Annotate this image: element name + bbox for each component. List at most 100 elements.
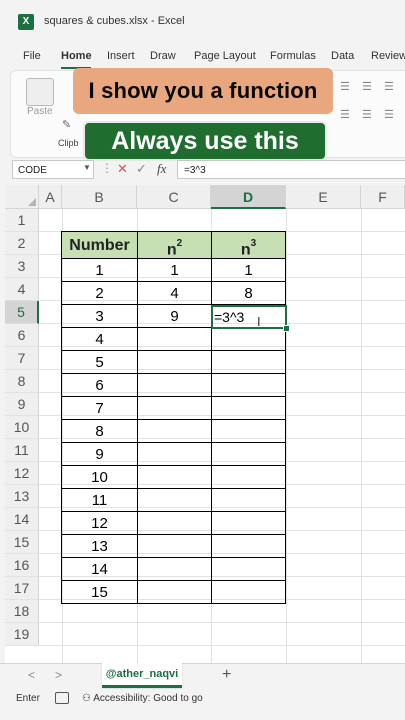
table-cell-number[interactable]: 12 (61, 512, 138, 535)
row-header-1[interactable]: 1 (5, 209, 39, 232)
table-cell-number[interactable]: 10 (61, 466, 138, 489)
table-cell-number[interactable]: 4 (61, 328, 138, 351)
table-cell-cube[interactable] (211, 443, 286, 466)
table-cell-square[interactable] (137, 397, 212, 420)
column-header-b[interactable]: B (62, 185, 137, 209)
menu-home[interactable]: Home (61, 50, 92, 62)
table-cell-square[interactable] (137, 535, 212, 558)
menu-review[interactable]: Review (371, 50, 405, 62)
row-header-13[interactable]: 13 (5, 485, 39, 508)
column-header-d[interactable]: D (211, 185, 286, 209)
table-cell-square[interactable]: 4 (137, 282, 212, 305)
table-cell-cube[interactable]: 1 (211, 259, 286, 282)
next-sheet-icon[interactable]: > (55, 668, 62, 682)
row-header-17[interactable]: 17 (5, 577, 39, 600)
table-cell-number[interactable]: 13 (61, 535, 138, 558)
align-left-icon[interactable]: ☰ (340, 108, 350, 121)
table-cell-square[interactable] (137, 581, 212, 604)
table-cell-cube[interactable] (211, 512, 286, 535)
format-painter-icon[interactable]: ✎ (62, 118, 71, 131)
table-cell-cube[interactable] (211, 581, 286, 604)
table-cell-number[interactable]: 5 (61, 351, 138, 374)
row-header-14[interactable]: 14 (5, 508, 39, 531)
row-header-12[interactable]: 12 (5, 462, 39, 485)
table-cell-cube[interactable] (211, 489, 286, 512)
menu-formulas[interactable]: Formulas (270, 50, 316, 62)
paste-icon[interactable] (26, 78, 54, 106)
row-header-3[interactable]: 3 (5, 255, 39, 278)
table-cell-square[interactable] (137, 328, 212, 351)
chevron-down-icon[interactable]: ▼ (83, 163, 91, 172)
table-cell-square[interactable] (137, 351, 212, 374)
table-cell-cube[interactable] (211, 397, 286, 420)
previous-sheet-icon[interactable]: < (28, 668, 35, 682)
table-cell-number[interactable]: 3 (61, 305, 138, 328)
menu-file[interactable]: File (23, 50, 41, 62)
table-cell-number[interactable]: 8 (61, 420, 138, 443)
table-cell-square[interactable] (137, 443, 212, 466)
header-number[interactable]: Number (61, 231, 138, 259)
table-cell-number[interactable]: 14 (61, 558, 138, 581)
header-cube[interactable]: n3 (211, 231, 286, 259)
table-cell-cube[interactable] (211, 328, 286, 351)
table-cell-number[interactable]: 2 (61, 282, 138, 305)
table-cell-square[interactable]: 1 (137, 259, 212, 282)
insert-function-icon[interactable]: fx (157, 161, 166, 177)
row-header-10[interactable]: 10 (5, 416, 39, 439)
align-bottom-icon[interactable]: ☰ (384, 80, 394, 93)
table-cell-square[interactable]: 9 (137, 305, 212, 328)
table-cell-cube[interactable] (211, 351, 286, 374)
table-cell-number[interactable]: 9 (61, 443, 138, 466)
table-cell-square[interactable] (137, 466, 212, 489)
row-header-11[interactable]: 11 (5, 439, 39, 462)
enter-icon[interactable]: ✓ (136, 161, 147, 177)
sheet-tab[interactable]: @ather_naqvi (102, 663, 182, 688)
table-cell-number[interactable]: 7 (61, 397, 138, 420)
accessibility-status[interactable]: ⚇ Accessibility: Good to go (82, 693, 203, 704)
macro-record-icon[interactable] (55, 692, 69, 704)
column-header-a[interactable]: A (39, 185, 62, 209)
more-options-icon[interactable]: ⋮ (101, 161, 113, 175)
menu-draw[interactable]: Draw (150, 50, 176, 62)
table-cell-number[interactable]: 11 (61, 489, 138, 512)
row-header-8[interactable]: 8 (5, 370, 39, 393)
table-cell-square[interactable] (137, 512, 212, 535)
row-header-5[interactable]: 5 (5, 301, 39, 324)
align-middle-icon[interactable]: ☰ (362, 80, 372, 93)
table-cell-square[interactable] (137, 489, 212, 512)
header-square[interactable]: n2 (137, 231, 212, 259)
table-cell-square[interactable] (137, 420, 212, 443)
row-header-19[interactable]: 19 (5, 623, 39, 646)
column-header-c[interactable]: C (137, 185, 211, 209)
row-header-9[interactable]: 9 (5, 393, 39, 416)
name-box[interactable]: CODE (12, 160, 94, 179)
row-header-2[interactable]: 2 (5, 232, 39, 255)
table-cell-number[interactable]: 1 (61, 259, 138, 282)
formula-input[interactable]: =3^3 (177, 160, 405, 179)
row-header-16[interactable]: 16 (5, 554, 39, 577)
table-cell-cube[interactable] (211, 420, 286, 443)
align-right-icon[interactable]: ☰ (384, 108, 394, 121)
table-cell-cube[interactable] (211, 558, 286, 581)
row-header-6[interactable]: 6 (5, 324, 39, 347)
column-header-e[interactable]: E (286, 185, 361, 209)
table-cell-square[interactable] (137, 374, 212, 397)
menu-page-layout[interactable]: Page Layout (194, 50, 256, 62)
add-sheet-icon[interactable]: + (222, 666, 231, 684)
row-header-4[interactable]: 4 (5, 278, 39, 301)
row-header-18[interactable]: 18 (5, 600, 39, 623)
table-cell-cube[interactable] (211, 535, 286, 558)
table-cell-cube[interactable] (211, 374, 286, 397)
row-header-7[interactable]: 7 (5, 347, 39, 370)
table-cell-number[interactable]: 15 (61, 581, 138, 604)
row-header-15[interactable]: 15 (5, 531, 39, 554)
table-cell-number[interactable]: 6 (61, 374, 138, 397)
column-header-f[interactable]: F (361, 185, 405, 209)
menu-data[interactable]: Data (331, 50, 354, 62)
table-cell-cube[interactable]: 8 (211, 282, 286, 305)
fill-handle[interactable] (283, 325, 290, 332)
table-cell-square[interactable] (137, 558, 212, 581)
table-cell-cube[interactable] (211, 466, 286, 489)
menu-insert[interactable]: Insert (107, 50, 135, 62)
align-top-icon[interactable]: ☰ (340, 80, 350, 93)
